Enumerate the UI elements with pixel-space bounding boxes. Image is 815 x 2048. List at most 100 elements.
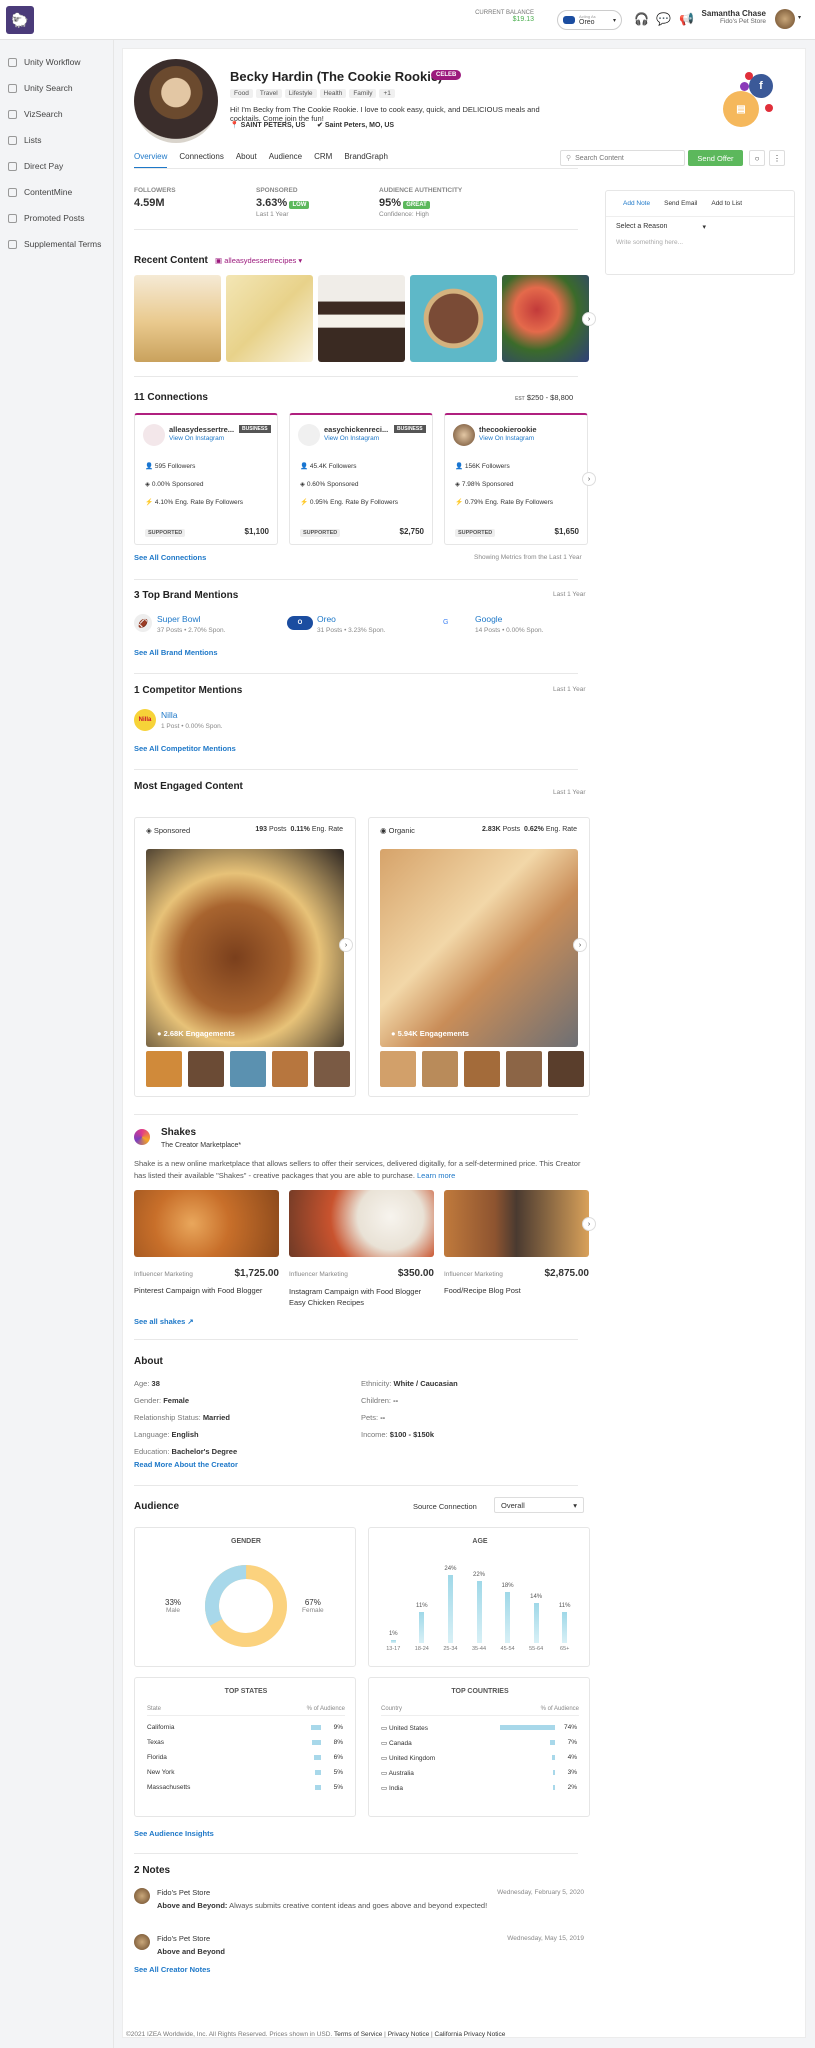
tab-add-to-list[interactable]: Add to List <box>711 200 742 207</box>
source-connection-select[interactable]: Overall ▾ <box>494 1497 584 1513</box>
brand-name[interactable]: Google <box>475 614 502 624</box>
shake-title[interactable]: Food/Recipe Blog Post <box>444 1286 589 1295</box>
see-all-connections-link[interactable]: See All Connections <box>134 553 206 562</box>
sidebar-item-unity-search[interactable]: Unity Search <box>0 75 113 101</box>
recent-post-4[interactable] <box>410 275 497 362</box>
sidebar-item-direct-pay[interactable]: Direct Pay <box>0 153 113 179</box>
see-all-competitor-mentions-link[interactable]: See All Competitor Mentions <box>134 744 236 753</box>
thumbnail[interactable] <box>272 1051 308 1087</box>
sidebar-item-vizsearch[interactable]: VizSearch <box>0 101 113 127</box>
chevron-right-icon[interactable]: › <box>582 312 596 326</box>
tab-crm[interactable]: CRM <box>314 152 332 169</box>
tab-overview[interactable]: Overview <box>134 152 168 169</box>
brand-mentions-title: 3 Top Brand Mentions <box>134 590 239 601</box>
pct-column-label: % of Audience <box>306 1706 345 1712</box>
see-all-creator-notes-link[interactable]: See All Creator Notes <box>134 1965 210 1974</box>
send-offer-button[interactable]: Send Offer <box>688 150 743 166</box>
blog-network-icon[interactable]: ▤ <box>723 91 759 127</box>
shakes-description-text: Shake is a new online marketplace that a… <box>134 1159 581 1180</box>
tab-audience[interactable]: Audience <box>269 152 302 169</box>
read-more-about-link[interactable]: Read More About the Creator <box>134 1460 238 1469</box>
chevron-right-icon[interactable]: › <box>339 938 353 952</box>
content-search-input[interactable] <box>575 154 676 162</box>
age-chart: 1% 13-17 11% 18-24 24% 25-34 22% 35-44 18% 45-54 1… <box>379 1558 579 1658</box>
brand-name[interactable]: Oreo <box>317 614 336 624</box>
privacy-link[interactable]: Privacy Notice <box>388 2031 430 2038</box>
message-icon[interactable]: ○ <box>749 150 765 166</box>
sidebar-item-contentmine[interactable]: ContentMine <box>0 179 113 205</box>
chevron-right-icon[interactable]: › <box>582 1217 596 1231</box>
california-privacy-link[interactable]: California Privacy Notice <box>435 2031 506 2038</box>
thumbnail[interactable] <box>314 1051 350 1087</box>
user-avatar[interactable] <box>775 9 795 29</box>
see-all-brand-mentions-link[interactable]: See All Brand Mentions <box>134 648 218 657</box>
thumbnail[interactable] <box>506 1051 542 1087</box>
note-subject: Above and Beyond: <box>157 1901 228 1910</box>
recent-post-2[interactable] <box>226 275 313 362</box>
chat-icon[interactable]: 💬 <box>656 12 671 26</box>
user-menu-chevron-icon[interactable]: ▾ <box>798 14 801 21</box>
connection-card[interactable]: easychickenreci... BUSINESS View On Inst… <box>289 413 433 545</box>
shake-title[interactable]: Pinterest Campaign with Food Blogger <box>134 1286 279 1295</box>
instagram-icon[interactable] <box>740 82 749 91</box>
connection-eng: ⚡ 4.10% Eng. Rate By Followers <box>145 499 244 506</box>
tab-about[interactable]: About <box>236 152 257 169</box>
tab-send-email[interactable]: Send Email <box>664 200 697 207</box>
shake-title[interactable]: Instagram Campaign with Food Blogger Eas… <box>289 1286 434 1308</box>
about-value: Female <box>163 1396 190 1405</box>
reason-select[interactable]: Select a Reason ▾ <box>606 217 716 237</box>
see-audience-insights-link[interactable]: See Audience Insights <box>134 1829 214 1838</box>
tag-more[interactable]: +1 <box>379 89 395 98</box>
more-options-icon[interactable]: ⋮ <box>769 150 785 166</box>
shake-image[interactable] <box>134 1190 279 1257</box>
view-on-instagram-link[interactable]: View On Instagram <box>324 435 379 442</box>
connections-estimate: EST $250 - $8,800 <box>515 393 573 402</box>
recent-post-1[interactable] <box>134 275 221 362</box>
notes-panel: Add Note Send Email Add to List Select a… <box>605 190 795 275</box>
sidebar-item-supplemental-terms[interactable]: Supplemental Terms <box>0 231 113 257</box>
female-value: 67% <box>304 1598 321 1607</box>
thumbnail[interactable] <box>548 1051 584 1087</box>
competitor-name[interactable]: Nilla <box>161 710 178 720</box>
thumbnail[interactable] <box>422 1051 458 1087</box>
sponsored-top-post[interactable] <box>146 849 344 1047</box>
tab-connections[interactable]: Connections <box>179 152 223 169</box>
connection-card[interactable]: thecookierookie View On Instagram 👤 156K… <box>444 413 588 545</box>
tab-add-note[interactable]: Add Note <box>623 200 650 207</box>
youtube-icon[interactable] <box>765 104 773 112</box>
chevron-right-icon[interactable]: › <box>573 938 587 952</box>
support-icon[interactable]: 🎧 <box>634 12 649 26</box>
brand-switcher[interactable]: Acting As Oreo ▾ <box>557 10 622 30</box>
sidebar-item-promoted-posts[interactable]: Promoted Posts <box>0 205 113 231</box>
pinterest-icon[interactable] <box>745 72 753 80</box>
sidebar-item-label: Lists <box>24 135 42 145</box>
recent-post-5[interactable] <box>502 275 589 362</box>
announcement-icon[interactable]: 📢 <box>679 12 694 26</box>
thumbnail[interactable] <box>464 1051 500 1087</box>
sidebar-item-lists[interactable]: Lists <box>0 127 113 153</box>
note-textarea[interactable]: Write something here... <box>606 237 794 248</box>
sidebar-item-unity-workflow[interactable]: Unity Workflow <box>0 49 113 75</box>
view-on-instagram-link[interactable]: View On Instagram <box>169 435 224 442</box>
shake-image[interactable] <box>289 1190 434 1257</box>
thumbnail[interactable] <box>188 1051 224 1087</box>
countries-header: Country % of Audience <box>381 1706 579 1716</box>
recent-account-select[interactable]: ▣ alleasydessertrecipes ▾ <box>215 256 302 265</box>
connection-card[interactable]: alleasydessertre... BUSINESS View On Ins… <box>134 413 278 545</box>
organic-top-post[interactable] <box>380 849 578 1047</box>
user-info[interactable]: Samantha Chase Fido's Pet Store <box>700 9 766 25</box>
chevron-right-icon[interactable]: › <box>582 472 596 486</box>
thumbnail[interactable] <box>146 1051 182 1087</box>
thumbnail[interactable] <box>230 1051 266 1087</box>
app-logo[interactable]: 🐑 <box>6 6 34 34</box>
recent-post-3[interactable] <box>318 275 405 362</box>
view-on-instagram-link[interactable]: View On Instagram <box>479 435 534 442</box>
learn-more-link[interactable]: Learn more <box>417 1171 455 1180</box>
terms-link[interactable]: Terms of Service <box>334 2031 382 2038</box>
brand-name[interactable]: Super Bowl <box>157 614 200 624</box>
shake-image[interactable] <box>444 1190 589 1257</box>
thumbnail[interactable] <box>380 1051 416 1087</box>
tab-brandgraph[interactable]: BrandGraph <box>344 152 388 169</box>
see-all-shakes-link[interactable]: See all shakes ↗ <box>134 1317 194 1326</box>
content-search[interactable]: ⚲ <box>560 150 685 166</box>
